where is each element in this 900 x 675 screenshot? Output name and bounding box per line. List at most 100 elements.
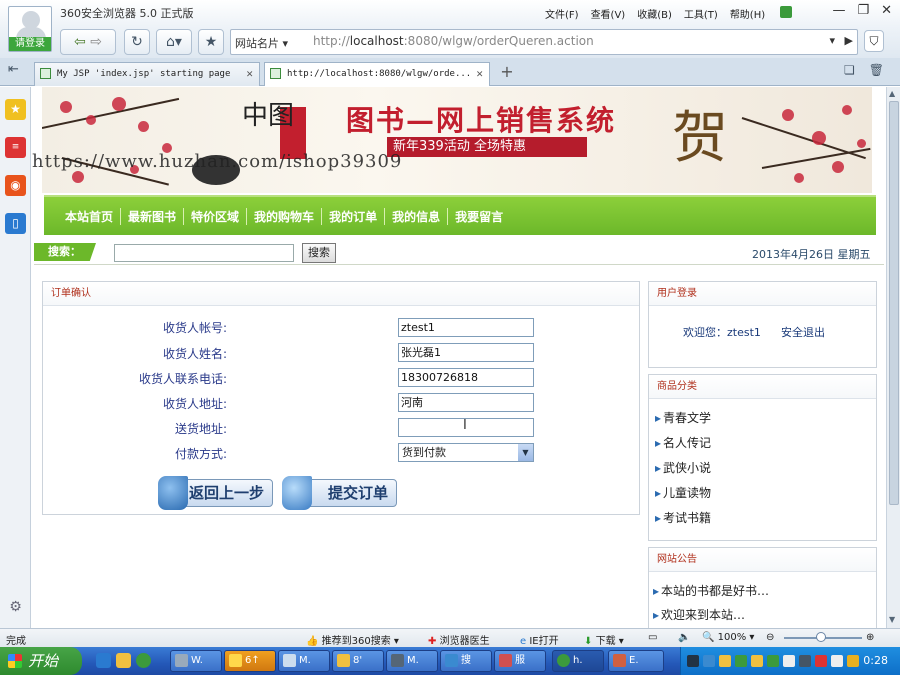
nav-my-orders[interactable]: 我的订单 [322,208,386,225]
tray-icon[interactable] [735,655,747,667]
refresh-icon[interactable]: ↻ [124,29,150,55]
favorite-star-icon[interactable]: ★ [198,29,224,55]
browser-doctor-button[interactable]: ✚ 浏览器医生 [428,632,490,647]
nav-leave-message[interactable]: 我要留言 [448,208,510,225]
tray-icon[interactable] [703,655,715,667]
nav-new-books[interactable]: 最新图书 [121,208,185,225]
page-scrollbar[interactable]: ▲ ▼ [886,87,900,628]
tray-icon[interactable] [719,655,731,667]
favorites-star-icon[interactable]: ★ [5,99,26,120]
taskbar-item[interactable]: M. [386,650,438,672]
news-icon[interactable]: ≡ [5,137,26,158]
taskbar-item[interactable]: 服 [494,650,546,672]
taskbar-item-active-browser[interactable]: h. [552,650,604,672]
nav-cart[interactable]: 我的购物车 [247,208,323,225]
site-card-dropdown[interactable]: 网站名片 ▾ [235,35,288,51]
tray-icon[interactable] [751,655,763,667]
close-button[interactable]: ✕ [881,3,892,18]
tab-list-icon[interactable]: ❏ [844,63,855,77]
ie-quicklaunch-icon[interactable] [96,653,111,668]
back-forward-buttons[interactable]: ⇦ ⇨ [60,29,116,55]
taskbar-item[interactable]: W. [170,650,222,672]
go-icon[interactable]: ▶ [845,34,853,47]
menu-favorites[interactable]: 收藏(B) [637,6,672,21]
chevron-down-icon[interactable]: ▼ [518,444,533,461]
taskbar-item[interactable]: 8' [332,650,384,672]
tray-icon[interactable] [767,655,779,667]
menu-help[interactable]: 帮助(H) [730,6,765,21]
receiver-phone-field[interactable]: 18300726818 [398,368,534,387]
url-text[interactable]: http://localhost:8080/wlgw/orderQueren.a… [313,34,594,48]
start-button[interactable]: 开始 [0,647,82,675]
nav-my-info[interactable]: 我的信息 [385,208,449,225]
new-tab-icon[interactable]: + [494,62,520,84]
screen-icon[interactable]: ▭ [648,632,657,643]
tray-icon[interactable] [831,655,843,667]
trash-icon[interactable]: 🗑 [869,63,884,77]
scroll-down-icon[interactable]: ▼ [889,615,895,624]
weibo-icon[interactable]: ◉ [5,175,26,196]
minimize-button[interactable]: — [832,3,845,18]
back-arrow-icon[interactable]: ⇦ [74,34,86,50]
category-link[interactable]: ▸ 青春文学 [655,409,711,426]
settings-gear-icon[interactable]: ⚙ [5,597,26,618]
tray-icon[interactable] [799,655,811,667]
menu-view[interactable]: 查看(V) [591,6,626,21]
home-icon[interactable]: ⌂▾ [156,29,192,55]
category-link[interactable]: ▸ 名人传记 [655,434,711,451]
login-label[interactable]: 请登录 [9,37,51,51]
logout-link[interactable]: 安全退出 [781,324,825,340]
skin-icon[interactable] [780,6,792,18]
zoom-slider-knob[interactable] [816,632,826,642]
menu-file[interactable]: 文件(F) [545,6,579,21]
zoom-in-icon[interactable]: ⊕ [866,632,874,643]
scroll-up-icon[interactable]: ▲ [889,89,895,98]
maximize-button[interactable]: ❐ [857,3,869,18]
download-button[interactable]: ⬇ 下载 ▾ [584,632,624,647]
shield-tray-icon[interactable] [847,655,859,667]
back-button[interactable]: 返回上一步 [158,476,273,510]
submit-order-button[interactable]: 提交订单 [282,476,397,510]
nav-specials[interactable]: 特价区域 [184,208,248,225]
taskbar-item[interactable]: 6↑ [224,650,276,672]
tab-order-page[interactable]: http://localhost:8080/wlgw/orde... ✕ [264,62,490,86]
scroll-thumb[interactable] [889,101,899,505]
tray-icon[interactable] [687,655,699,667]
receiver-address-field[interactable]: 河南 [398,393,534,412]
security-shield-icon[interactable]: ⛉ [864,30,884,52]
category-link[interactable]: ▸ 儿童读物 [655,484,711,501]
receiver-account-field[interactable]: ztest1 [398,318,534,337]
notice-link[interactable]: ▸ 本站的书都是好书… [653,582,769,599]
tray-icon[interactable] [783,655,795,667]
search-input[interactable] [114,244,294,262]
tab-index-page[interactable]: My JSP 'index.jsp' starting page ✕ [34,62,260,86]
forward-arrow-icon[interactable]: ⇨ [90,34,102,50]
category-link[interactable]: ▸ 考试书籍 [655,509,711,526]
url-dropdown-icon[interactable]: ▾ [829,34,835,47]
receiver-name-field[interactable]: 张光磊1 [398,343,534,362]
user-avatar[interactable]: 请登录 [8,6,52,52]
browser360-quicklaunch-icon[interactable] [136,653,151,668]
folder-quicklaunch-icon[interactable] [116,653,131,668]
zoom-out-icon[interactable]: ⊖ [766,632,774,643]
category-link[interactable]: ▸ 武侠小说 [655,459,711,476]
status-done: 完成 [6,636,26,647]
nav-home[interactable]: 本站首页 [58,208,122,225]
tab-close-icon[interactable]: ✕ [246,63,253,85]
taskbar-item[interactable]: E. [608,650,664,672]
taskbar-item[interactable]: M. [278,650,330,672]
zoom-level[interactable]: 🔍 100% ▾ [702,632,754,643]
payment-method-select[interactable]: 货到付款 ▼ [398,443,534,462]
ie-open-button[interactable]: e IE打开 [520,632,559,647]
search-button[interactable]: 搜索 [302,243,336,263]
menu-tools[interactable]: 工具(T) [684,6,718,21]
sidebar-toggle-icon[interactable]: ⇤ [8,62,19,77]
mobile-icon[interactable]: ▯ [5,213,26,234]
notice-link[interactable]: ▸ 欢迎来到本站… [653,606,745,623]
recommend-360-button[interactable]: 👍 推荐到360搜索 ▾ [306,632,399,647]
tray-icon[interactable] [815,655,827,667]
address-bar[interactable]: 网站名片 ▾ http://localhost:8080/wlgw/orderQ… [230,29,858,55]
taskbar-item[interactable]: 搜 [440,650,492,672]
volume-icon[interactable]: 🔈 [678,632,690,643]
tab-close-icon[interactable]: ✕ [476,63,483,85]
